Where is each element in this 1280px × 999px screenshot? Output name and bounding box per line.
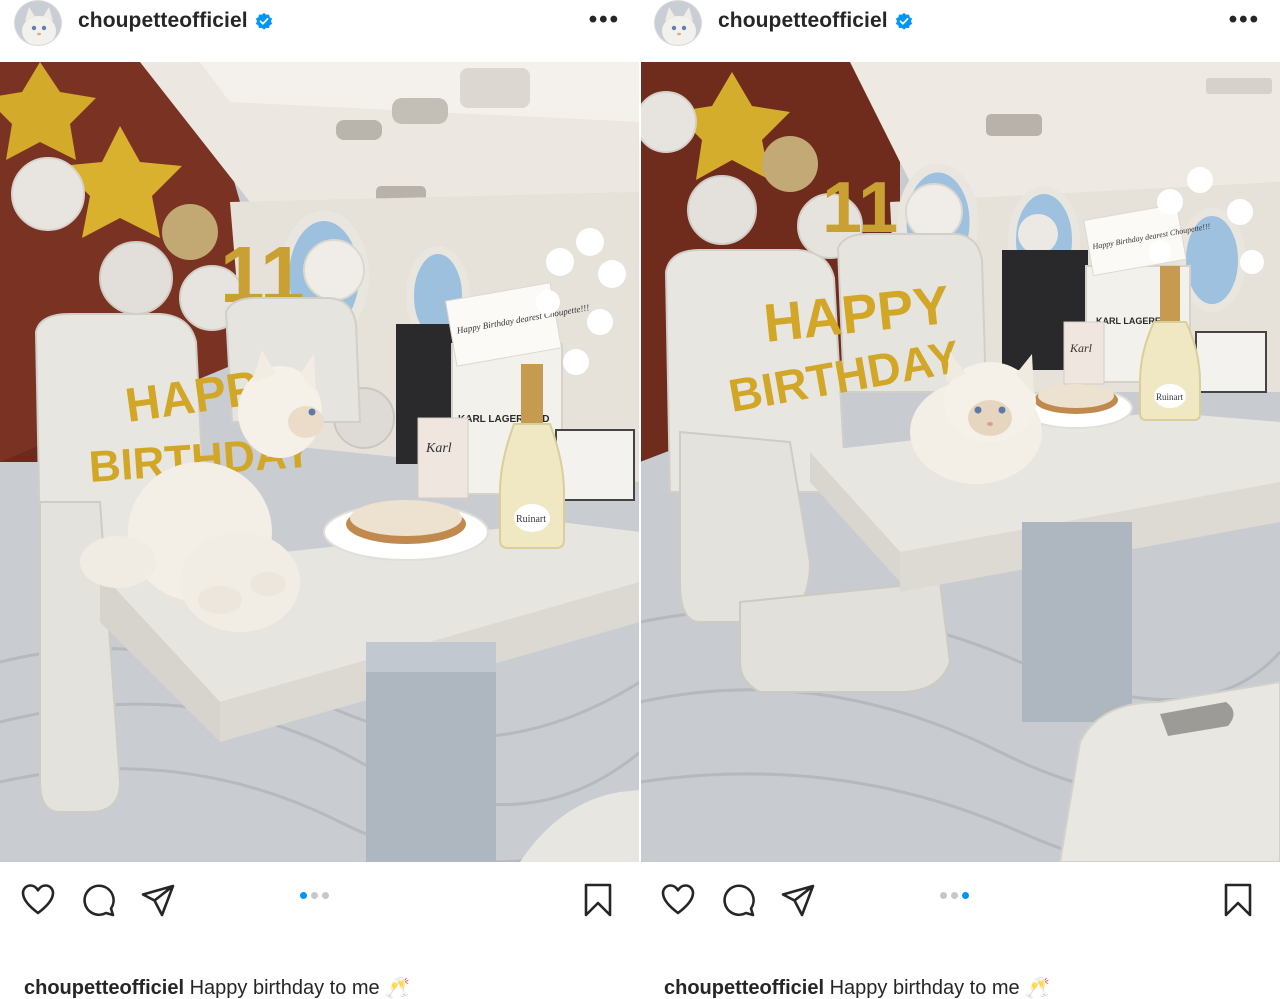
post-photo[interactable]: 11 HAPPY BIRTHDAY KARL LAGERFELD Happy B… bbox=[640, 62, 1280, 862]
heart-icon[interactable] bbox=[660, 882, 696, 918]
post-username[interactable]: choupetteofficiel bbox=[718, 9, 888, 33]
bookmark-icon[interactable] bbox=[580, 882, 616, 918]
box-label: Karl bbox=[425, 441, 452, 456]
heart-icon[interactable] bbox=[20, 882, 56, 918]
post-left: choupetteofficiel ••• 11 HAPPY BIRTHDAY … bbox=[0, 0, 640, 999]
post-photo[interactable]: 11 HAPPY BIRTHDAY KARL LAGERFELD Happy B… bbox=[0, 62, 640, 862]
instagram-posts-comparison: choupetteofficiel ••• 11 HAPPY BIRTHDAY … bbox=[0, 0, 1280, 999]
divider bbox=[639, 0, 641, 999]
carousel-dot-1[interactable] bbox=[300, 892, 307, 899]
post-right: choupetteofficiel ••• 11 HAPPY BIRTHDAY … bbox=[640, 0, 1280, 999]
carousel-dot-3[interactable] bbox=[962, 892, 969, 899]
more-options-icon[interactable]: ••• bbox=[589, 8, 620, 32]
carousel-dot-2[interactable] bbox=[311, 892, 318, 899]
bookmark-icon[interactable] bbox=[1220, 882, 1256, 918]
bottle-label: Ruinart bbox=[516, 514, 546, 525]
post-username[interactable]: choupetteofficiel bbox=[78, 9, 248, 33]
caption-text: Happy birthday to me 🥂 bbox=[829, 977, 1051, 999]
carousel-indicator bbox=[940, 892, 969, 899]
carousel-indicator bbox=[300, 892, 329, 899]
comment-icon[interactable] bbox=[80, 882, 116, 918]
post-caption: choupetteofficiel Happy birthday to me 🥂 bbox=[664, 975, 1050, 999]
carousel-dot-1[interactable] bbox=[940, 892, 947, 899]
caption-username[interactable]: choupetteofficiel bbox=[664, 977, 824, 999]
verified-badge-icon bbox=[255, 12, 273, 30]
paper-plane-icon[interactable] bbox=[140, 882, 176, 918]
post-actions bbox=[640, 862, 1280, 938]
carousel-dot-3[interactable] bbox=[322, 892, 329, 899]
post-header: choupetteofficiel ••• bbox=[0, 0, 640, 62]
caption-text: Happy birthday to me 🥂 bbox=[189, 977, 411, 999]
carousel-dot-2[interactable] bbox=[951, 892, 958, 899]
post-actions bbox=[0, 862, 640, 938]
avatar[interactable] bbox=[654, 0, 702, 46]
post-caption: choupetteofficiel Happy birthday to me 🥂 bbox=[24, 975, 410, 999]
bottle-label: Ruinart bbox=[1156, 392, 1183, 402]
post-header: choupetteofficiel ••• bbox=[640, 0, 1280, 62]
more-options-icon[interactable]: ••• bbox=[1229, 8, 1260, 32]
paper-plane-icon[interactable] bbox=[780, 882, 816, 918]
verified-badge-icon bbox=[895, 12, 913, 30]
avatar[interactable] bbox=[14, 0, 62, 46]
box-label: Karl bbox=[1069, 341, 1093, 355]
caption-username[interactable]: choupetteofficiel bbox=[24, 977, 184, 999]
comment-icon[interactable] bbox=[720, 882, 756, 918]
